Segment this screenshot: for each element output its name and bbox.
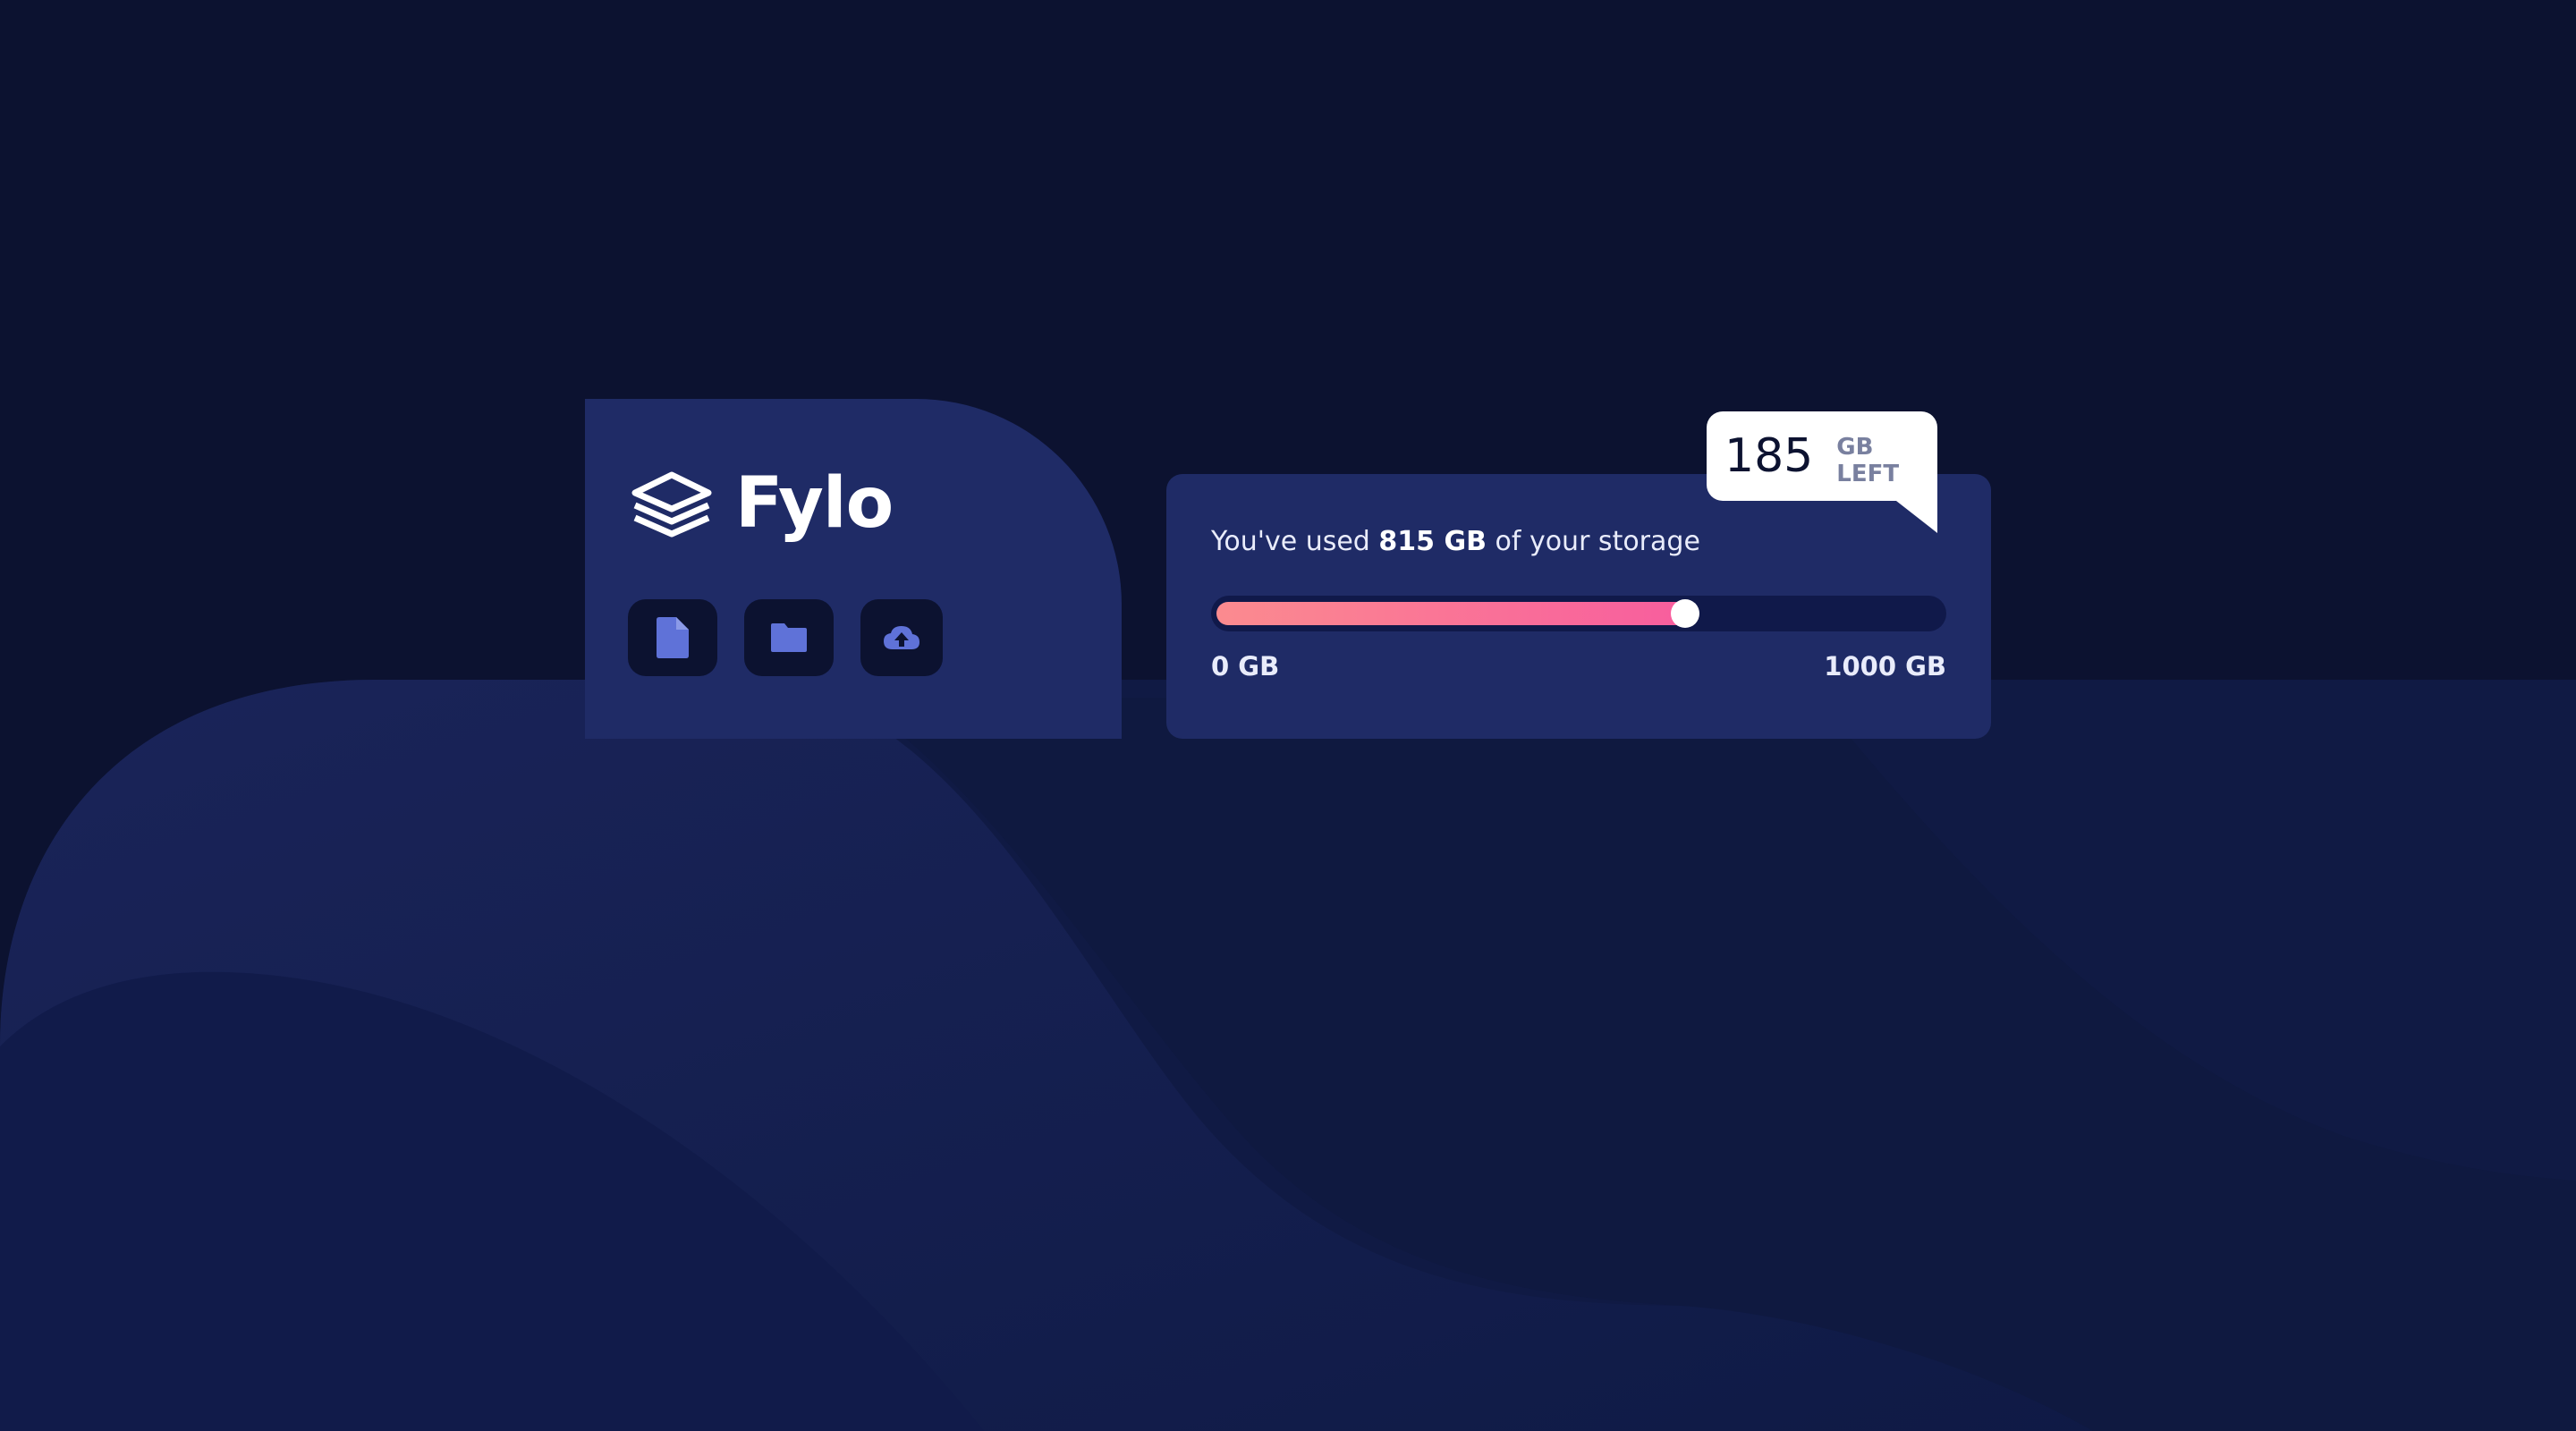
upload-button[interactable] [860, 599, 943, 676]
upload-icon [884, 626, 919, 649]
folder-icon [771, 623, 807, 652]
usage-prefix: You've used [1211, 526, 1379, 557]
tooltip-tail [1896, 501, 1937, 533]
page: Fylo You've used 815 GB of your storage … [0, 0, 2576, 1431]
storage-usage-text: You've used 815 GB of your storage [1211, 526, 1700, 557]
scale-max-label: 1000 GB [1824, 651, 1946, 682]
brand-logo: Fylo [628, 463, 894, 544]
layers-logo-icon [631, 471, 712, 538]
document-button[interactable] [628, 599, 717, 676]
remaining-unit: GB LEFT [1836, 434, 1900, 487]
storage-card: You've used 815 GB of your storage 0 GB … [1166, 474, 1991, 739]
brand-name: Fylo [735, 463, 894, 544]
scale-min-label: 0 GB [1211, 651, 1280, 682]
remaining-storage-tooltip: 185 GB LEFT [1707, 411, 1937, 533]
storage-progress-bar [1211, 596, 1946, 631]
document-icon [657, 617, 689, 658]
quick-actions [628, 599, 943, 676]
logo-card: Fylo [585, 399, 1122, 739]
usage-suffix: of your storage [1486, 526, 1700, 557]
usage-amount: 815 GB [1378, 526, 1487, 557]
storage-progress-fill [1216, 602, 1689, 625]
remaining-number: 185 [1724, 429, 1814, 483]
storage-progress-knob [1671, 599, 1699, 628]
folder-button[interactable] [744, 599, 834, 676]
